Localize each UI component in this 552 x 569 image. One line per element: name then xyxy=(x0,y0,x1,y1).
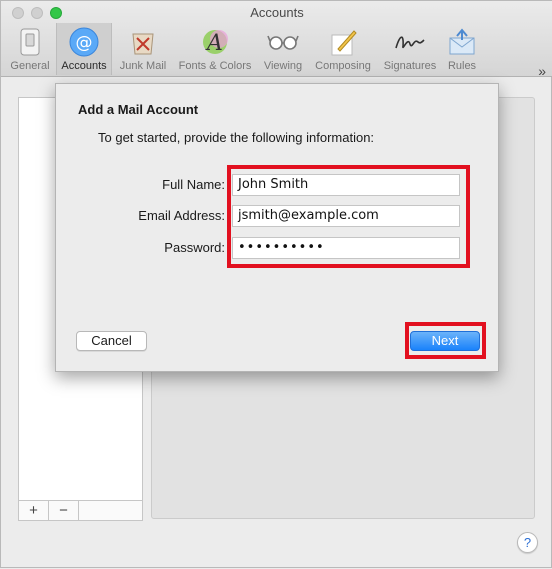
toolbar-composing[interactable]: Composing xyxy=(311,23,375,75)
add-account-button[interactable]: + xyxy=(19,501,49,520)
toolbar-overflow-button[interactable]: » xyxy=(538,63,546,79)
cancel-button[interactable]: Cancel xyxy=(76,331,147,351)
signature-icon xyxy=(394,26,426,58)
toolbar-rules[interactable]: Rules xyxy=(443,23,481,75)
toolbar-viewing[interactable]: Viewing xyxy=(259,23,307,75)
toolbar-accounts[interactable]: @ Accounts xyxy=(56,23,112,75)
account-list-buttons: + − xyxy=(18,500,143,521)
toolbar-signatures[interactable]: Signatures xyxy=(379,23,441,75)
at-sign-icon: @ xyxy=(68,26,100,58)
password-label: Password: xyxy=(164,240,225,255)
general-switch-icon xyxy=(14,26,46,58)
junk-mail-icon xyxy=(127,26,159,58)
help-button[interactable]: ? xyxy=(517,532,538,553)
fields-highlight-box xyxy=(227,165,470,268)
fonts-colors-icon: A xyxy=(199,26,231,58)
sheet-title: Add a Mail Account xyxy=(78,102,199,117)
add-mail-account-sheet: Add a Mail Account To get started, provi… xyxy=(55,83,499,372)
toolbar-junk-mail[interactable]: Junk Mail xyxy=(115,23,171,75)
remove-account-button[interactable]: − xyxy=(49,501,79,520)
pencil-paper-icon xyxy=(327,26,359,58)
full-name-label: Full Name: xyxy=(162,177,225,192)
rules-envelope-icon xyxy=(446,26,478,58)
next-highlight-box xyxy=(405,322,486,359)
sheet-subtitle: To get started, provide the following in… xyxy=(98,130,375,145)
preferences-window: Accounts General @ Accounts Junk Mail A … xyxy=(0,0,552,568)
svg-text:A: A xyxy=(205,31,223,56)
preferences-toolbar: General @ Accounts Junk Mail A Fonts & C… xyxy=(1,23,552,79)
toolbar-fonts-colors[interactable]: A Fonts & Colors xyxy=(173,23,257,75)
svg-text:@: @ xyxy=(76,33,93,53)
email-address-label: Email Address: xyxy=(138,208,225,223)
glasses-icon xyxy=(267,26,299,58)
window-title: Accounts xyxy=(250,5,304,20)
title-bar: Accounts General @ Accounts Junk Mail A … xyxy=(1,1,552,79)
toolbar-general[interactable]: General xyxy=(7,23,53,75)
